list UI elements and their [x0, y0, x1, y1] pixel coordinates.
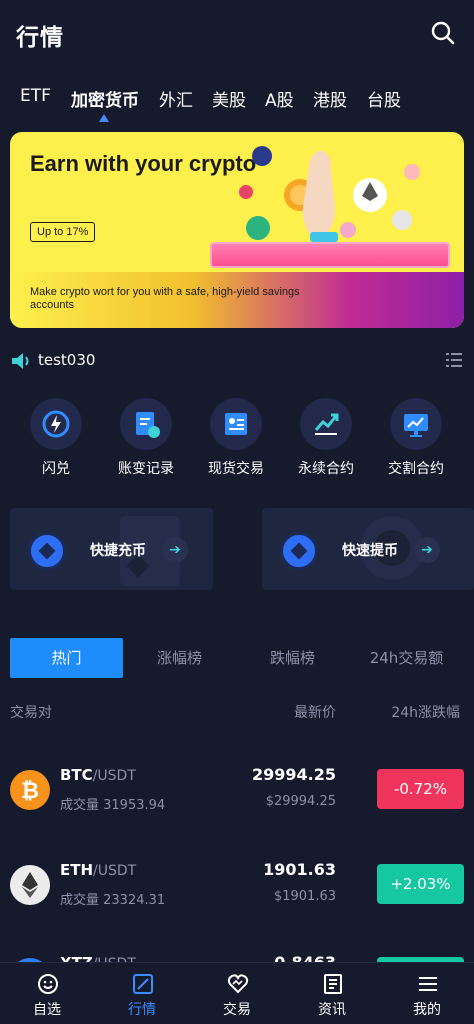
base-symbol: BTC — [60, 766, 93, 784]
ethereum-icon — [10, 865, 50, 905]
deposit-label: 快捷充币 — [90, 543, 146, 559]
column-pair: 交易对 — [10, 705, 52, 721]
nav-label: 资讯 — [318, 1002, 346, 1018]
market-table-header: 交易对 最新价 24h涨跌幅 — [10, 700, 464, 724]
tab-hk-stocks[interactable]: 港股 — [313, 86, 347, 111]
table-row[interactable]: ETH/USDT 成交量 23324.31 1901.63 $1901.63 +… — [10, 853, 464, 923]
news-icon — [324, 974, 342, 994]
header: 行情 — [0, 0, 474, 66]
hamburger-menu-icon — [419, 977, 437, 991]
banner-description: Make crypto wort for you with a safe, hi… — [30, 286, 300, 311]
last-price: 29994.25 — [251, 765, 336, 784]
volume: 成交量 31953.94 — [60, 798, 166, 813]
nav-profile[interactable]: 我的 — [380, 963, 474, 1024]
fiat-price: $29994.25 — [265, 794, 336, 809]
quick-action-label: 现货交易 — [208, 461, 264, 477]
tab-tw-stocks[interactable]: 台股 — [367, 86, 401, 111]
trade-icon — [227, 974, 249, 994]
tab-losers[interactable]: 跌幅榜 — [236, 638, 349, 678]
quick-action-delivery[interactable]: 交割合约 — [376, 398, 456, 478]
svg-text:₿: ₿ — [21, 779, 39, 804]
list-menu-icon[interactable] — [446, 352, 462, 368]
tab-forex[interactable]: 外汇 — [159, 86, 193, 111]
speaker-icon — [12, 353, 29, 369]
tab-gainers[interactable]: 涨幅榜 — [123, 638, 236, 678]
nav-label: 行情 — [128, 1002, 156, 1018]
quick-action-perpetual[interactable]: 永续合约 — [286, 398, 366, 478]
base-symbol: ETH — [60, 861, 94, 879]
pair-name: BTC/USDT — [60, 766, 136, 784]
flash-swap-icon — [30, 398, 82, 450]
tab-etf[interactable]: ETF — [20, 86, 51, 106]
ledger-icon — [120, 398, 172, 450]
nav-label: 交易 — [223, 1002, 251, 1018]
quick-action-label: 账变记录 — [118, 461, 174, 477]
search-icon[interactable] — [430, 20, 456, 46]
notice-bar[interactable]: test030 — [10, 348, 464, 374]
tab-hot[interactable]: 热门 — [10, 638, 123, 678]
market-icon — [133, 974, 153, 994]
quick-action-records[interactable]: 账变记录 — [106, 398, 186, 478]
quick-action-spot[interactable]: 现货交易 — [196, 398, 276, 478]
smiley-icon — [38, 974, 58, 994]
banner-badge: Up to 17% — [30, 222, 96, 242]
perpetual-contract-icon — [300, 398, 352, 450]
notice-text: test030 — [38, 351, 96, 369]
banner-headline: Earn with your crypto — [30, 151, 257, 176]
tab-24h-volume[interactable]: 24h交易额 — [349, 638, 464, 678]
quick-action-label: 交割合约 — [388, 461, 444, 477]
market-tabs: 热门 涨幅榜 跌幅榜 24h交易额 — [10, 638, 464, 678]
tab-us-stocks[interactable]: 美股 — [212, 86, 246, 111]
tab-a-shares[interactable]: A股 — [265, 86, 294, 111]
volume: 成交量 23324.31 — [60, 893, 166, 908]
nav-label: 我的 — [413, 1002, 441, 1018]
table-row[interactable]: ₿ BTC/USDT 成交量 31953.94 29994.25 $29994.… — [10, 758, 464, 828]
page-title: 行情 — [16, 25, 64, 51]
nav-label: 自选 — [33, 1002, 61, 1018]
tab-crypto[interactable]: 加密货币 — [71, 86, 139, 111]
spot-trade-icon — [210, 398, 262, 450]
quote-symbol: /USDT — [92, 768, 136, 784]
pair-name: ETH/USDT — [60, 861, 136, 879]
coins-hand-illustration — [239, 146, 420, 242]
change-badge[interactable]: +2.03% — [377, 864, 464, 904]
quick-action-flash-swap[interactable]: 闪兑 — [16, 398, 96, 478]
deposit-coin-icon — [28, 532, 66, 570]
arrow-right-icon: ➔ — [414, 537, 440, 563]
banner-footer: Make crypto wort for you with a safe, hi… — [10, 272, 464, 328]
quick-deposit-card[interactable]: 快捷充币 ➔ — [10, 508, 213, 590]
withdraw-label: 快速提币 — [342, 543, 398, 559]
nav-news[interactable]: 资讯 — [285, 963, 379, 1024]
category-tabs: ETF 加密货币 外汇 美股 A股 港股 台股 — [0, 82, 474, 122]
withdraw-coin-icon — [280, 532, 318, 570]
delivery-contract-icon — [390, 398, 442, 450]
quick-action-label: 永续合约 — [298, 461, 354, 477]
arrow-right-icon: ➔ — [162, 537, 188, 563]
quote-symbol: /USDT — [93, 863, 137, 879]
active-tab-indicator — [99, 114, 109, 122]
nav-trade[interactable]: 交易 — [190, 963, 284, 1024]
column-price: 最新价 — [294, 705, 336, 721]
app-screen: 行情 ETF 加密货币 外汇 美股 A股 港股 台股 Earn with you… — [0, 0, 474, 1024]
fiat-price: $1901.63 — [273, 889, 336, 904]
last-price: 1901.63 — [263, 860, 336, 879]
nav-market[interactable]: 行情 — [95, 963, 189, 1024]
quick-action-label: 闪兑 — [42, 461, 70, 477]
bitcoin-icon: ₿ — [10, 770, 50, 810]
change-badge[interactable]: -0.72% — [377, 769, 464, 809]
nav-favorites[interactable]: 自选 — [0, 963, 94, 1024]
bottom-nav: 自选 行情 交易 资讯 我的 — [0, 962, 474, 1024]
column-change: 24h涨跌幅 — [391, 705, 460, 721]
quick-withdraw-card[interactable]: 快速提币 ➔ — [262, 508, 474, 590]
promo-banner[interactable]: Earn with your crypto Up to 17% Make cry… — [10, 132, 464, 328]
